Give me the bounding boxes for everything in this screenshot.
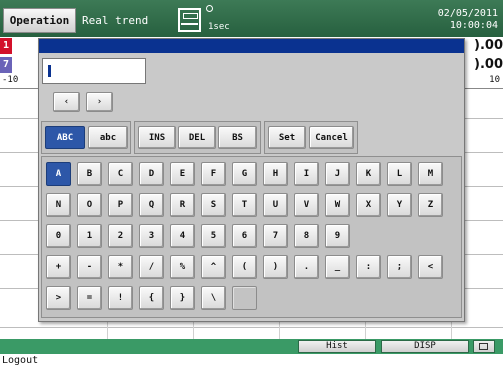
key-character[interactable]: 6: [232, 224, 257, 248]
key-character[interactable]: }: [170, 286, 195, 310]
menu-button[interactable]: [473, 340, 495, 353]
uppercase-mode-button[interactable]: ABC: [45, 126, 85, 149]
set-button[interactable]: Set: [268, 126, 306, 149]
channel-value: ).00: [474, 38, 503, 53]
channel-value: ).00: [474, 57, 503, 72]
text-cursor: [48, 65, 51, 77]
key-character[interactable]: C: [108, 162, 133, 186]
key-character[interactable]: S: [201, 193, 226, 217]
key-character[interactable]: _: [325, 255, 350, 279]
key-character[interactable]: G: [232, 162, 257, 186]
arrow-left-icon: ‹: [63, 97, 70, 107]
backspace-button[interactable]: BS: [218, 126, 257, 149]
key-character[interactable]: Q: [139, 193, 164, 217]
key-character[interactable]: 9: [325, 224, 350, 248]
key-character[interactable]: 1: [77, 224, 102, 248]
date-display: 02/05/2011: [437, 8, 498, 19]
key-character[interactable]: K: [356, 162, 381, 186]
key-character[interactable]: N: [46, 193, 71, 217]
key-character[interactable]: L: [387, 162, 412, 186]
lowercase-mode-button[interactable]: abc: [88, 126, 128, 149]
channel-number: 7: [0, 57, 12, 73]
operation-mode-tab[interactable]: Operation: [3, 8, 76, 33]
key-character[interactable]: {: [139, 286, 164, 310]
key-character[interactable]: .: [294, 255, 319, 279]
cursor-right-button[interactable]: ›: [86, 92, 113, 112]
insert-button[interactable]: INS: [138, 126, 176, 149]
arrow-right-icon: ›: [96, 97, 103, 107]
key-character[interactable]: T: [232, 193, 257, 217]
key-character[interactable]: <: [418, 255, 443, 279]
key-character[interactable]: O: [77, 193, 102, 217]
key-character[interactable]: H: [263, 162, 288, 186]
key-character[interactable]: \: [201, 286, 226, 310]
delete-button[interactable]: DEL: [178, 126, 216, 149]
key-character[interactable]: -: [77, 255, 102, 279]
key-character[interactable]: 0: [46, 224, 71, 248]
key-character[interactable]: /: [139, 255, 164, 279]
key-character[interactable]: 8: [294, 224, 319, 248]
key-character[interactable]: U: [263, 193, 288, 217]
key-character[interactable]: Z: [418, 193, 443, 217]
grid-menu-icon: [479, 343, 488, 350]
key-character[interactable]: W: [325, 193, 350, 217]
key-character[interactable]: 5: [201, 224, 226, 248]
disp-button[interactable]: DISP: [381, 340, 469, 353]
dialog-title-bar: [39, 39, 464, 53]
key-character[interactable]: %: [170, 255, 195, 279]
sampling-interval: 1sec: [208, 22, 230, 32]
scale-max-label: 10: [489, 75, 500, 85]
key-blank[interactable]: [232, 286, 257, 310]
time-display: 10:00:04: [449, 20, 498, 31]
key-character[interactable]: I: [294, 162, 319, 186]
scale-min-label: -10: [2, 75, 19, 85]
channel-number: 1: [0, 38, 12, 54]
key-character[interactable]: M: [418, 162, 443, 186]
key-character[interactable]: (: [232, 255, 257, 279]
key-character[interactable]: 3: [139, 224, 164, 248]
key-character[interactable]: D: [139, 162, 164, 186]
screen-title: Real trend: [82, 14, 149, 27]
storage-media-icon: [178, 8, 201, 32]
key-character[interactable]: 7: [263, 224, 288, 248]
key-character[interactable]: +: [46, 255, 71, 279]
key-character[interactable]: R: [170, 193, 195, 217]
key-character[interactable]: >: [46, 286, 71, 310]
key-character[interactable]: ^: [201, 255, 226, 279]
key-character[interactable]: Y: [387, 193, 412, 217]
key-character[interactable]: B: [77, 162, 102, 186]
header-bar: Operation Real trend 1sec 02/05/2011 10:…: [0, 0, 503, 37]
key-character[interactable]: ): [263, 255, 288, 279]
key-character[interactable]: :: [356, 255, 381, 279]
recording-status-icon: [206, 5, 213, 12]
key-character[interactable]: *: [108, 255, 133, 279]
keyboard-dialog: ‹ › ABC abc INS DEL BS Set Cancel ABCDEF…: [38, 38, 465, 322]
key-character[interactable]: !: [108, 286, 133, 310]
key-character[interactable]: =: [77, 286, 102, 310]
key-character[interactable]: P: [108, 193, 133, 217]
logout-link[interactable]: Logout: [2, 355, 38, 366]
text-input-field[interactable]: [42, 58, 146, 84]
key-character[interactable]: ;: [387, 255, 412, 279]
key-character[interactable]: F: [201, 162, 226, 186]
key-character[interactable]: A: [46, 162, 71, 186]
cancel-button[interactable]: Cancel: [309, 126, 354, 149]
key-character[interactable]: 4: [170, 224, 195, 248]
key-character[interactable]: J: [325, 162, 350, 186]
status-bar: Hist DISP: [0, 339, 503, 354]
grid-line: [0, 327, 503, 328]
key-character[interactable]: V: [294, 193, 319, 217]
key-character[interactable]: 2: [108, 224, 133, 248]
key-character[interactable]: X: [356, 193, 381, 217]
key-character[interactable]: E: [170, 162, 195, 186]
cursor-left-button[interactable]: ‹: [53, 92, 80, 112]
hist-button[interactable]: Hist: [298, 340, 376, 353]
